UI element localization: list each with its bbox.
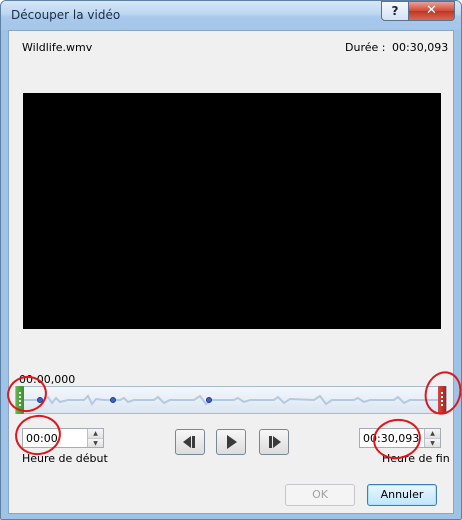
end-time-value: 00:30,093	[363, 432, 420, 445]
trim-trackbar[interactable]	[15, 386, 447, 414]
end-time-down-arrow[interactable]: ▼	[425, 438, 440, 447]
close-button[interactable]: ✕	[408, 1, 455, 21]
keyframe-marker	[110, 397, 116, 403]
play-button[interactable]	[216, 429, 246, 455]
start-trim-handle[interactable]	[16, 386, 24, 414]
end-time-label: Heure de fin	[382, 452, 450, 465]
duration-label: Durée :	[345, 41, 386, 54]
keyframe-marker	[206, 397, 212, 403]
title-bar[interactable]: Découper la vidéo ? ✕	[1, 1, 461, 30]
start-time-label: Heure de début	[22, 452, 108, 465]
start-time-spinner[interactable]: 00:00 ▲ ▼	[22, 428, 104, 448]
file-name: Wildlife.wmv	[22, 41, 93, 54]
end-time-up-arrow[interactable]: ▲	[425, 429, 440, 438]
previous-frame-icon	[183, 436, 195, 448]
next-frame-button[interactable]	[259, 429, 289, 455]
previous-frame-button[interactable]	[175, 429, 205, 455]
video-preview	[23, 93, 441, 329]
start-time-up-arrow[interactable]: ▲	[88, 429, 103, 438]
dialog-body: Wildlife.wmv Durée : 00:30,093 00:00,000…	[3, 30, 461, 514]
help-button[interactable]: ?	[381, 1, 409, 21]
next-frame-icon	[269, 436, 281, 448]
window-title: Découper la vidéo	[11, 8, 121, 22]
cancel-button[interactable]: Annuler	[367, 484, 437, 506]
play-icon	[227, 435, 237, 449]
trim-video-dialog: Découper la vidéo ? ✕ Wildlife.wmv Durée…	[0, 0, 462, 520]
audio-waveform	[24, 394, 440, 406]
duration-value: 00:30,093	[392, 41, 449, 54]
start-time-value: 00:00	[26, 432, 58, 445]
current-position: 00:00,000	[19, 373, 76, 386]
keyframe-marker	[37, 397, 43, 403]
start-time-down-arrow[interactable]: ▼	[88, 438, 103, 447]
end-time-spinner[interactable]: 00:30,093 ▲ ▼	[359, 428, 441, 448]
ok-button[interactable]: OK	[285, 484, 355, 506]
end-trim-handle[interactable]	[438, 386, 446, 414]
